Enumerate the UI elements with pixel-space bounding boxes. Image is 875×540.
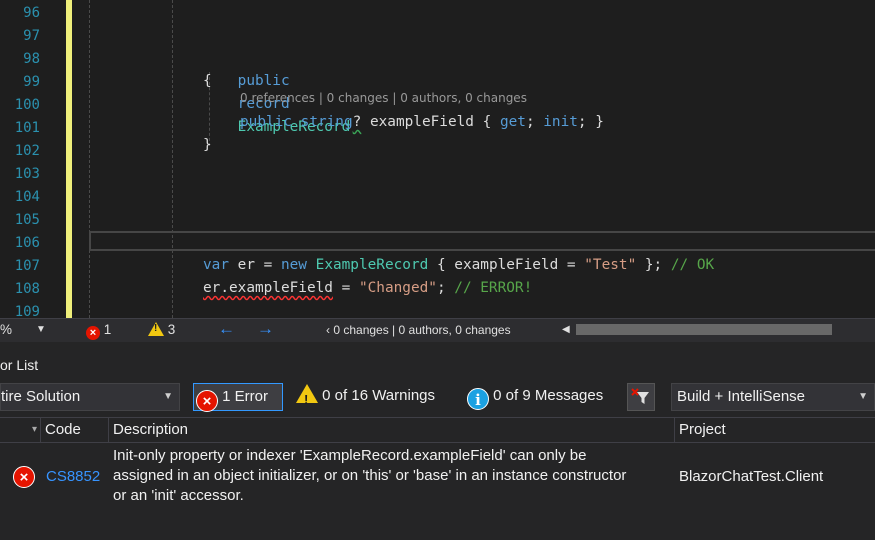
line-number-gutter: 96 97 98 99 100 101 102 103 104 105 106 … bbox=[0, 0, 64, 318]
clear-filter-button[interactable] bbox=[627, 383, 655, 411]
line-number: 107 bbox=[14, 258, 40, 274]
type-name: ExampleRecord bbox=[315, 257, 429, 273]
column-header-code[interactable]: Code bbox=[40, 418, 108, 442]
info-icon: i bbox=[467, 388, 489, 410]
line-number: 98 bbox=[23, 51, 40, 67]
indent-guide bbox=[89, 0, 90, 318]
codelens-info[interactable]: 0 references | 0 changes | 0 authors, 0 … bbox=[240, 91, 527, 105]
comment: // OK bbox=[670, 257, 715, 273]
codelens-status-text: 0 changes | 0 authors, 0 changes bbox=[333, 323, 511, 337]
line-number: 102 bbox=[14, 143, 40, 159]
keyword: init bbox=[543, 114, 578, 130]
description-line: Init-only property or indexer 'ExampleRe… bbox=[113, 447, 587, 464]
string-literal: "Test" bbox=[584, 257, 637, 273]
column-header-project[interactable]: Project bbox=[674, 418, 875, 442]
description-line: assigned in an object initializer, or on… bbox=[113, 467, 627, 484]
horizontal-scrollbar[interactable] bbox=[576, 324, 832, 335]
warning-count-indicator[interactable]: 3 bbox=[148, 322, 175, 337]
line-number: 105 bbox=[14, 212, 40, 228]
string-literal: "Changed" bbox=[358, 280, 437, 296]
keyword: public bbox=[240, 114, 292, 130]
editor-status-strip: % ▼ × 1 3 ← → ‹ 0 changes | 0 authors, 0… bbox=[0, 318, 875, 342]
code-punct: ; bbox=[525, 114, 544, 130]
line-number: 106 bbox=[14, 235, 40, 251]
error-description: Init-only property or indexer 'ExampleRe… bbox=[113, 446, 626, 506]
code-line-99[interactable]: { bbox=[203, 70, 212, 93]
error-icon: × bbox=[196, 390, 218, 412]
code-text: ; bbox=[436, 280, 455, 296]
error-list-header: ▾ Code Description Project bbox=[0, 417, 875, 443]
warnings-filter-button[interactable]: 0 of 16 Warnings bbox=[291, 383, 451, 413]
error-icon: × bbox=[86, 326, 100, 340]
scope-value: tire Solution bbox=[1, 388, 81, 405]
warning-icon bbox=[296, 384, 318, 413]
zoom-dropdown-icon[interactable]: ▼ bbox=[36, 324, 46, 335]
build-source-dropdown[interactable]: Build + IntelliSense ▼ bbox=[671, 383, 875, 411]
codelens-status[interactable]: ‹ 0 changes | 0 authors, 0 changes bbox=[326, 323, 511, 337]
description-line: or an 'init' accessor. bbox=[113, 487, 244, 504]
code-line-101[interactable]: public string? exampleField { get; init;… bbox=[240, 111, 604, 134]
scope-dropdown[interactable]: tire Solution ▼ bbox=[0, 383, 180, 411]
error-squiggle-target[interactable]: er.exampleField bbox=[203, 280, 333, 296]
error-count: 1 bbox=[103, 322, 112, 337]
build-source-value: Build + IntelliSense bbox=[677, 388, 805, 405]
keyword: new bbox=[280, 257, 307, 273]
messages-filter-label: 0 of 9 Messages bbox=[493, 387, 604, 404]
warning-count: 3 bbox=[167, 322, 176, 337]
code-text: = bbox=[332, 280, 359, 296]
change-tracking-bar bbox=[66, 0, 72, 318]
nullable-marker: ? bbox=[352, 114, 362, 130]
chevron-down-icon: ▼ bbox=[858, 391, 868, 402]
code-text: }; bbox=[636, 257, 671, 273]
code-text: er = bbox=[229, 257, 281, 273]
error-icon: × bbox=[13, 466, 35, 488]
line-number: 96 bbox=[23, 5, 40, 21]
comment: // ERROR! bbox=[454, 280, 533, 296]
filter-clear-icon bbox=[631, 388, 649, 404]
code-line-102[interactable]: } bbox=[203, 134, 212, 157]
error-project: BlazorChatTest.Client bbox=[679, 468, 824, 485]
line-number: 97 bbox=[23, 28, 40, 44]
error-count-indicator[interactable]: × 1 bbox=[86, 322, 111, 340]
code-text: { exampleField = bbox=[428, 257, 585, 273]
line-number: 109 bbox=[14, 304, 40, 318]
code-punct: { bbox=[482, 114, 500, 130]
keyword: public bbox=[237, 73, 290, 89]
warning-icon bbox=[148, 322, 164, 336]
keyword: string bbox=[300, 114, 353, 130]
panel-title: or List bbox=[0, 357, 39, 373]
code-editor[interactable]: 96 97 98 99 100 101 102 103 104 105 106 … bbox=[0, 0, 875, 318]
navigate-back-icon[interactable]: ← bbox=[218, 319, 235, 339]
current-line-highlight bbox=[89, 231, 875, 251]
property-name: exampleField bbox=[361, 114, 483, 130]
code-line-98[interactable]: public record ExampleRecord bbox=[203, 47, 351, 135]
navigate-forward-icon[interactable]: → bbox=[257, 319, 274, 339]
chevron-down-icon: ▼ bbox=[163, 391, 173, 402]
keyword: var bbox=[203, 257, 229, 273]
line-number: 103 bbox=[14, 166, 40, 182]
messages-filter-button[interactable]: i 0 of 9 Messages bbox=[462, 383, 620, 411]
indent-guide bbox=[172, 0, 173, 318]
line-number: 104 bbox=[14, 189, 40, 205]
error-code-link[interactable]: CS8852 bbox=[46, 467, 100, 487]
errors-filter-label: 1 Error bbox=[222, 388, 269, 405]
column-header-description[interactable]: Description bbox=[108, 418, 674, 442]
line-number: 101 bbox=[14, 120, 40, 136]
warnings-filter-label: 0 of 16 Warnings bbox=[322, 387, 436, 404]
code-line-108[interactable]: er.exampleField = "Changed"; // ERROR! bbox=[203, 277, 532, 300]
code-line-107[interactable]: var er = new ExampleRecord { exampleFiel… bbox=[203, 254, 714, 277]
zoom-level[interactable]: % bbox=[0, 322, 12, 337]
scroll-left-icon[interactable]: ◀ bbox=[562, 324, 570, 335]
line-number: 99 bbox=[23, 74, 40, 90]
line-number: 108 bbox=[14, 281, 40, 297]
table-row[interactable]: × CS8852 Init-only property or indexer '… bbox=[0, 444, 875, 514]
column-filter-icon[interactable]: ▾ bbox=[28, 418, 40, 442]
keyword: get bbox=[499, 114, 526, 130]
line-number: 100 bbox=[14, 97, 40, 113]
errors-filter-button[interactable]: × 1 Error bbox=[193, 383, 283, 412]
code-punct: ; } bbox=[577, 114, 604, 130]
